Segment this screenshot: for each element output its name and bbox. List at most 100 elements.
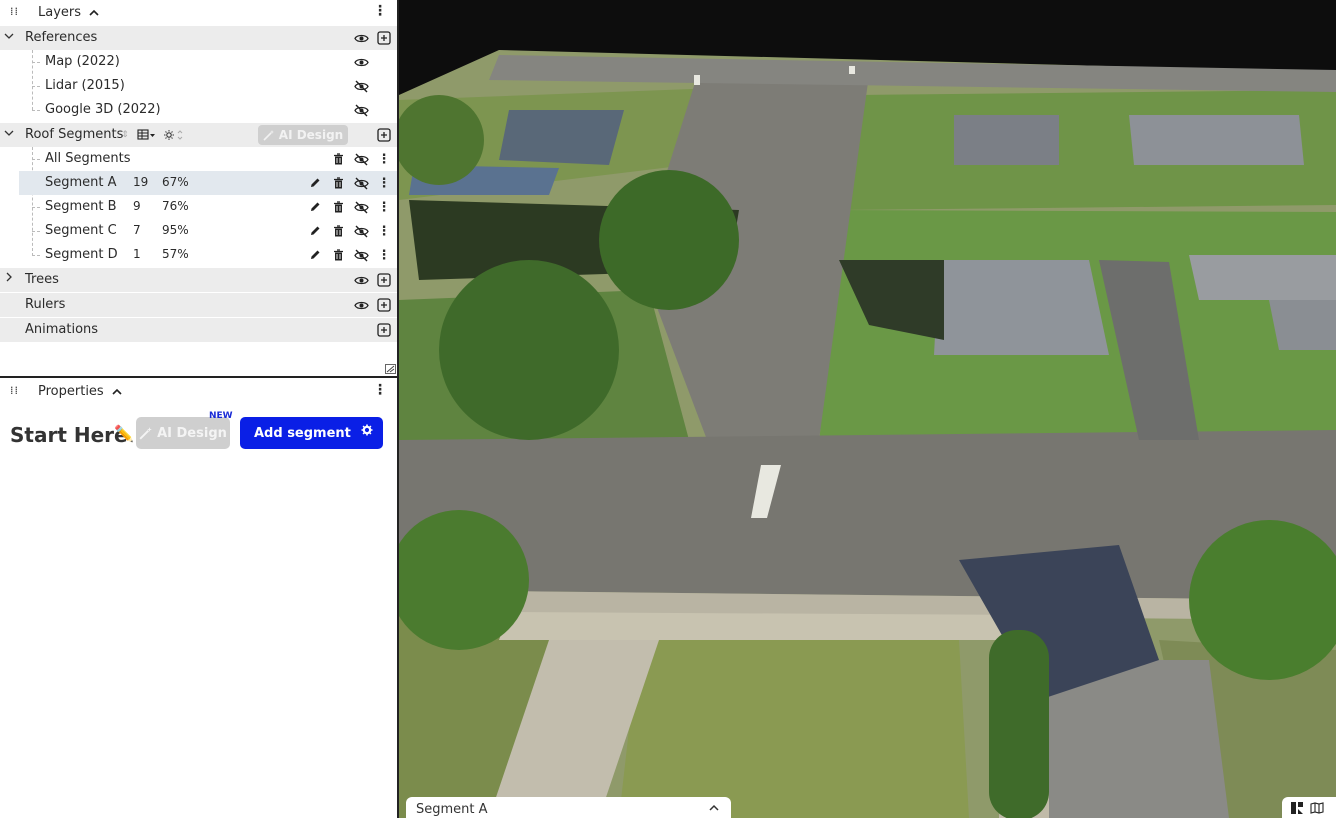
gear-icon[interactable]	[361, 424, 373, 440]
chevron-down-icon[interactable]	[3, 127, 15, 140]
add-segment-label: Add segment	[254, 425, 351, 441]
properties-header: ⁞⁞ Properties ⋮	[0, 379, 397, 403]
add-layer-icon[interactable]	[376, 272, 392, 288]
reference-label: Google 3D (2022)	[45, 102, 161, 117]
add-layer-icon[interactable]	[376, 322, 392, 338]
properties-menu-icon[interactable]: ⋮	[373, 382, 387, 398]
sort-icon[interactable]: ⇕	[117, 127, 133, 143]
segment-row-b[interactable]: Segment B 9 76% ⋮	[0, 195, 397, 219]
pencil-icon[interactable]	[307, 199, 323, 215]
properties-title: Properties	[38, 383, 104, 399]
table-view-icon[interactable]	[136, 127, 158, 143]
segment-label: Segment B	[45, 199, 117, 214]
segment-row-d[interactable]: Segment D 1 57% ⋮	[0, 243, 397, 267]
chevron-up-icon[interactable]	[89, 6, 99, 19]
pencil-icon[interactable]	[307, 223, 323, 239]
reference-label: Lidar (2015)	[45, 78, 125, 93]
trash-icon[interactable]	[330, 151, 346, 167]
chevron-up-icon[interactable]	[709, 801, 719, 814]
more-options-icon[interactable]: ⋮	[376, 151, 392, 167]
chevron-up-icon[interactable]	[112, 385, 122, 398]
eye-off-icon[interactable]	[353, 175, 369, 191]
map-icon[interactable]	[1310, 801, 1324, 817]
new-badge: NEW	[209, 411, 233, 421]
eye-icon[interactable]	[353, 54, 369, 70]
left-panel: ⁞⁞ Layers ⋮ References Map (2022) Lidar …	[0, 0, 399, 818]
eye-off-icon[interactable]	[353, 102, 369, 118]
group-roof-segments[interactable]: Roof Segments ⇕ AI Design	[0, 123, 397, 147]
eye-off-icon[interactable]	[353, 199, 369, 215]
layers-menu-icon[interactable]: ⋮	[373, 3, 387, 19]
ai-design-button-disabled[interactable]: AI Design	[258, 125, 348, 145]
selected-segment-bar[interactable]: Segment A	[406, 797, 731, 818]
drag-handle-icon[interactable]: ⁞⁞	[10, 6, 20, 17]
map-view-controls	[1282, 797, 1336, 818]
trash-icon[interactable]	[330, 223, 346, 239]
trash-icon[interactable]	[330, 247, 346, 263]
map-viewport[interactable]	[399, 0, 1336, 818]
pencil-icon[interactable]	[307, 175, 323, 191]
eye-off-icon[interactable]	[353, 78, 369, 94]
eye-off-icon[interactable]	[353, 247, 369, 263]
more-options-icon[interactable]: ⋮	[376, 223, 392, 239]
aerial-3d-scene	[399, 50, 1336, 818]
group-trees[interactable]: Trees	[0, 268, 397, 292]
ai-design-label: AI Design	[278, 128, 344, 142]
layers-header: ⁞⁞ Layers ⋮	[0, 0, 397, 24]
eye-off-icon[interactable]	[353, 223, 369, 239]
add-layer-icon[interactable]	[376, 297, 392, 313]
chevron-down-icon[interactable]	[3, 30, 15, 43]
reference-item[interactable]: Map (2022)	[0, 50, 397, 74]
trash-icon[interactable]	[330, 175, 346, 191]
eye-icon[interactable]	[353, 30, 369, 46]
reference-label: Map (2022)	[45, 54, 120, 69]
segment-percent: 95%	[162, 223, 189, 237]
group-label: Trees	[25, 272, 59, 287]
more-options-icon[interactable]: ⋮	[376, 247, 392, 263]
segment-percent: 67%	[162, 175, 189, 189]
segment-count: 7	[133, 223, 141, 237]
selected-segment-label: Segment A	[416, 801, 488, 817]
more-options-icon[interactable]: ⋮	[376, 175, 392, 191]
segment-count: 19	[133, 175, 149, 189]
all-segments-row[interactable]: All Segments ⋮	[0, 147, 397, 171]
segment-count: 1	[133, 247, 141, 261]
segment-count: 9	[133, 199, 141, 213]
pencil-icon[interactable]	[307, 247, 323, 263]
group-references[interactable]: References	[0, 26, 397, 50]
segment-percent: 57%	[162, 247, 189, 261]
start-here-heading: Start Here	[10, 423, 128, 447]
layout-toggle-icon[interactable]	[1290, 801, 1304, 818]
add-segment-button[interactable]: Add segment	[240, 417, 383, 449]
add-layer-icon[interactable]	[376, 30, 392, 46]
eye-off-icon[interactable]	[353, 151, 369, 167]
segment-label: Segment C	[45, 223, 117, 238]
chevron-right-icon[interactable]	[3, 272, 15, 285]
segment-percent: 76%	[162, 199, 189, 213]
brightness-icon[interactable]	[163, 127, 185, 143]
drag-handle-icon[interactable]: ⁞⁞	[10, 385, 20, 396]
magic-wand-icon	[139, 427, 152, 440]
group-rulers[interactable]: Rulers	[0, 293, 397, 317]
group-animations[interactable]: Animations	[0, 318, 397, 342]
layers-title: Layers	[38, 4, 82, 20]
more-options-icon[interactable]: ⋮	[376, 199, 392, 215]
resize-handle-icon[interactable]	[385, 364, 396, 374]
segment-row-c[interactable]: Segment C 7 95% ⋮	[0, 219, 397, 243]
group-label: Animations	[25, 322, 99, 337]
panel-divider[interactable]	[0, 376, 397, 378]
trash-icon[interactable]	[330, 199, 346, 215]
group-label: Rulers	[25, 297, 66, 312]
eye-icon[interactable]	[353, 297, 369, 313]
group-label: References	[25, 30, 98, 45]
add-layer-icon[interactable]	[376, 127, 392, 143]
segment-label: Segment D	[45, 247, 118, 262]
eye-icon[interactable]	[353, 272, 369, 288]
reference-item[interactable]: Google 3D (2022)	[0, 98, 397, 122]
group-label: Roof Segments	[25, 127, 124, 142]
all-segments-label: All Segments	[45, 151, 131, 166]
segment-row-a[interactable]: Segment A 19 67% ⋮	[19, 171, 397, 195]
reference-item[interactable]: Lidar (2015)	[0, 74, 397, 98]
ai-design-button[interactable]: AI Design	[136, 417, 230, 449]
magic-wand-icon	[263, 130, 274, 141]
